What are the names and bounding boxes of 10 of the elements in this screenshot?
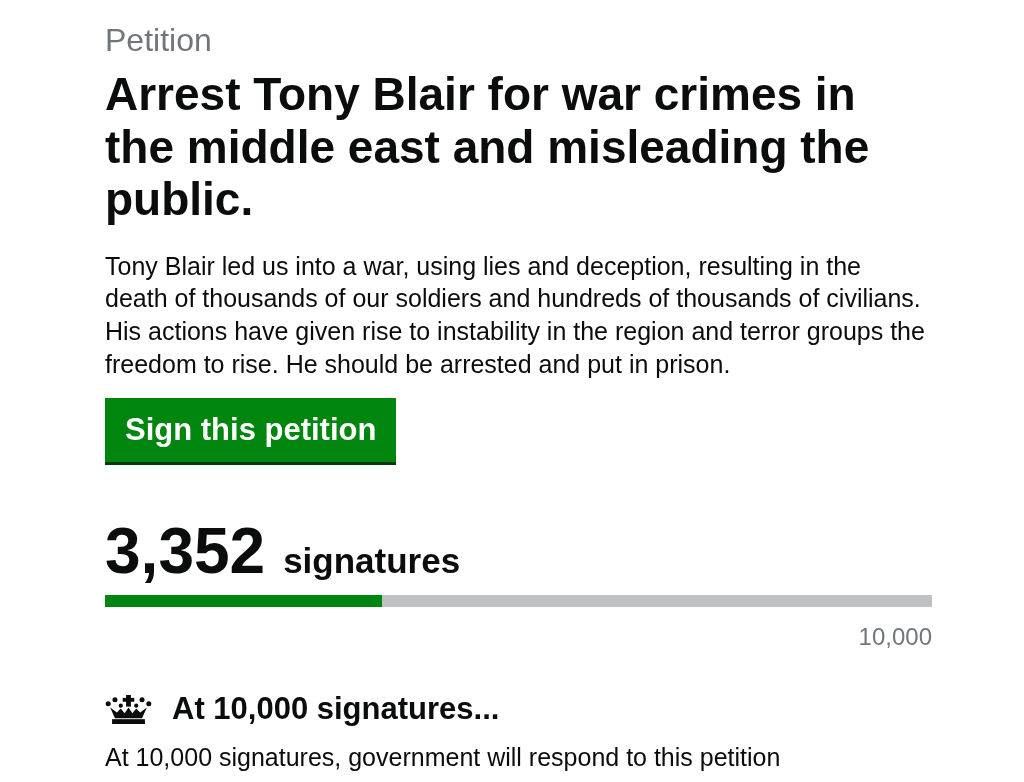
crown-icon (105, 694, 152, 724)
signatures-label: signatures (283, 541, 461, 582)
sign-petition-button[interactable]: Sign this petition (105, 398, 397, 463)
petition-description: Tony Blair led us into a war, using lies and deception, resulting in the death of thousands of our soldiers and hundreds of thousands of civilians. His actions have given rise to instability in the region and terror groups the freedom to rise. He should be arrested and put in prison. (105, 250, 926, 380)
petition-title: Arrest Tony Blair for war crimes in the middle east and misleading the public. (105, 68, 871, 226)
signature-count: 3,352 (105, 516, 266, 587)
threshold-heading: At 10,000 signatures... (172, 691, 500, 728)
threshold-text: At 10,000 signatures, government will respond to this petition (105, 742, 781, 773)
target-count: 10,000 (858, 623, 932, 652)
petition-label: Petition (105, 21, 212, 59)
